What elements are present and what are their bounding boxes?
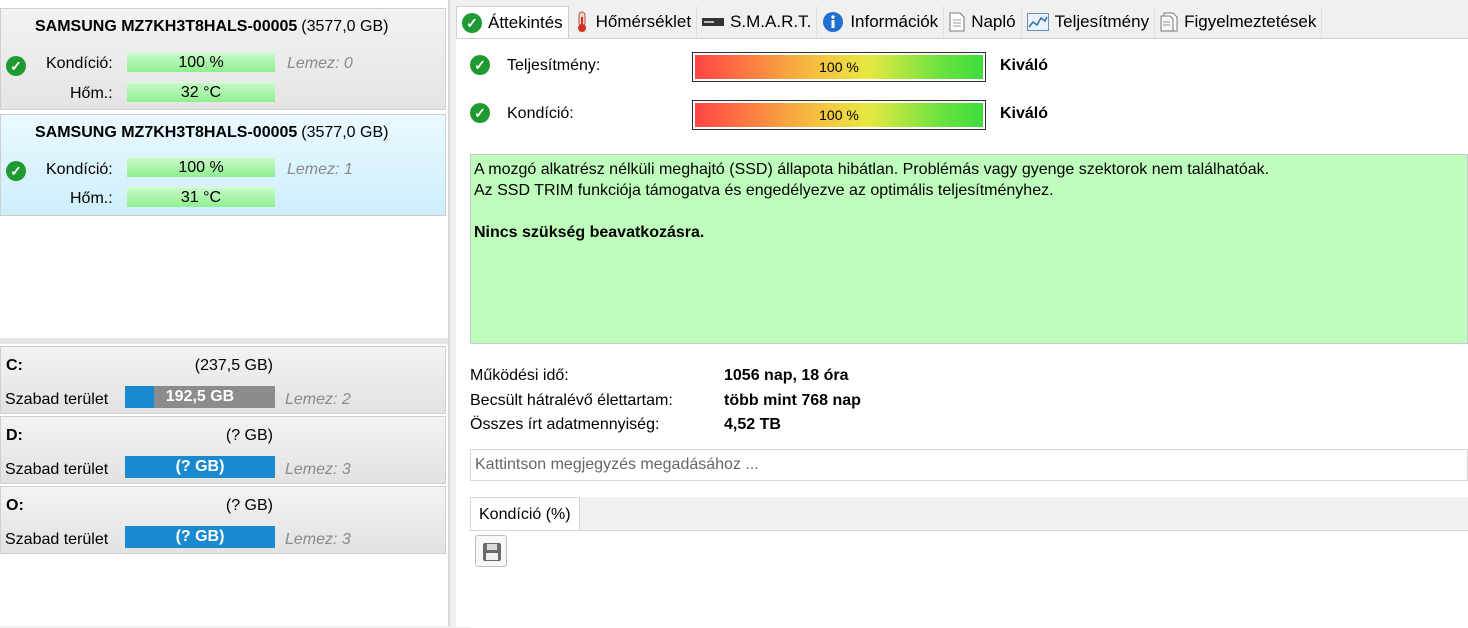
temp-bar: 32 °C (127, 82, 275, 102)
tab-bar: ✓ Áttekintés Hőmérséklet S.M.A.R.T. Info… (456, 6, 1323, 38)
uptime-label: Működési idő: (470, 367, 569, 384)
tab-health-chart[interactable]: Kondíció (%) (470, 497, 580, 531)
disk-card-1[interactable]: SAMSUNG MZ7KH3T8HALS-00005 (3577,0 GB) ✓ … (0, 114, 446, 216)
chart-body (470, 530, 1468, 628)
volume-card-c[interactable]: C: (237,5 GB) Szabad terület 192,5 GB Le… (0, 346, 446, 414)
disk-size: (3577,0 GB) (301, 18, 389, 35)
disk-index: Lemez: 3 (285, 461, 351, 478)
tab-label: Információk (850, 12, 939, 31)
overview-panel: ✓ Teljesítmény: 100 % Kiváló ✓ Kondíció:… (456, 38, 1468, 628)
tab-label: Napló (971, 12, 1016, 31)
health-rating: Kiváló (1000, 105, 1049, 122)
written-value: 4,52 TB (724, 416, 781, 433)
right-pane: ✓ Áttekintés Hőmérséklet S.M.A.R.T. Info… (456, 0, 1468, 628)
health-bar: 100 % (127, 157, 275, 177)
status-message: A mozgó alkatrész nélküli meghajtó (SSD)… (470, 154, 1468, 344)
status-line: A mozgó alkatrész nélküli meghajtó (SSD)… (474, 161, 1270, 178)
written-label: Összes írt adatmennyiség: (470, 416, 660, 433)
floppy-disk-icon (483, 543, 501, 561)
health-bar-value: 100 % (695, 103, 983, 127)
tab-label: Áttekintés (488, 12, 563, 32)
disk-size: (3577,0 GB) (301, 124, 389, 141)
disk-index: Lemez: 2 (285, 391, 351, 408)
tab-smart[interactable]: S.M.A.R.T. (697, 6, 818, 38)
check-circle-icon: ✓ (6, 56, 26, 76)
disk-title: SAMSUNG MZ7KH3T8HALS-00005 (3577,0 GB) (35, 124, 388, 142)
uptime-value: 1056 nap, 18 óra (724, 367, 849, 384)
lifetime-label: Becsült hátralévő élettartam: (470, 392, 673, 409)
check-circle-icon: ✓ (6, 161, 26, 181)
volume-letter: D: (6, 427, 23, 444)
tab-label: Teljesítmény (1054, 12, 1150, 31)
temp-label: Hőm.: (70, 85, 113, 102)
splitter[interactable] (448, 0, 450, 626)
lifetime-value: több mint 768 nap (724, 392, 861, 409)
alerts-icon (1160, 12, 1178, 32)
note-field[interactable]: Kattintson megjegyzés megadásához ... (470, 449, 1468, 481)
performance-bar-value: 100 % (695, 55, 983, 79)
check-circle-icon: ✓ (470, 103, 490, 123)
chart-area: Kondíció (%) (470, 497, 1468, 628)
performance-chart-icon (1026, 13, 1049, 31)
disk-index: Lemez: 0 (287, 55, 353, 72)
performance-bar: 100 % (692, 52, 986, 82)
left-pane: SAMSUNG MZ7KH3T8HALS-00005 (3577,0 GB) ✓ … (0, 0, 450, 626)
status-conclusion: Nincs szükség beavatkozásra. (474, 224, 705, 241)
check-circle-icon: ✓ (462, 12, 482, 33)
free-space-value: 192,5 GB (165, 388, 235, 405)
tab-log[interactable]: Napló (944, 6, 1022, 38)
free-space-value: (? GB) (175, 458, 225, 475)
health-label: Kondíció: (46, 55, 113, 72)
thermometer-icon (577, 11, 586, 32)
tab-label: Hőmérséklet (595, 12, 692, 31)
document-icon (949, 12, 965, 32)
volume-letter: O: (6, 497, 24, 514)
tab-label: Figyelmeztetések (1184, 12, 1317, 31)
status-line: Az SSD TRIM funkciója támogatva és enged… (474, 182, 1054, 199)
tab-overview[interactable]: ✓ Áttekintés (456, 6, 569, 38)
temp-bar: 31 °C (127, 187, 275, 207)
performance-label: Teljesítmény: (507, 57, 601, 74)
tab-performance[interactable]: Teljesítmény (1021, 6, 1156, 38)
volume-size: (? GB) (225, 427, 273, 444)
temp-label: Hőm.: (70, 190, 113, 207)
health-bar: 100 % (127, 52, 275, 72)
drive-icon (702, 18, 725, 26)
tab-temperature[interactable]: Hőmérséklet (568, 6, 698, 38)
free-space-bar: (? GB) (125, 526, 275, 548)
health-bar: 100 % (692, 100, 986, 130)
free-space-value: (? GB) (175, 528, 225, 545)
tab-alerts[interactable]: Figyelmeztetések (1155, 6, 1323, 38)
disk-index: Lemez: 3 (285, 531, 351, 548)
health-label: Kondíció: (46, 161, 113, 178)
disk-title: SAMSUNG MZ7KH3T8HALS-00005 (3577,0 GB) (35, 18, 388, 36)
free-space-bar: (? GB) (125, 456, 275, 478)
disk-index: Lemez: 1 (287, 161, 353, 178)
disk-name: SAMSUNG MZ7KH3T8HALS-00005 (35, 124, 298, 141)
free-space-label: Szabad terület (5, 391, 109, 408)
free-space-label: Szabad terület (5, 531, 109, 548)
tab-info[interactable]: Információk (817, 6, 945, 38)
performance-rating: Kiváló (1000, 57, 1049, 74)
save-button[interactable] (475, 535, 507, 567)
volume-card-o[interactable]: O: (? GB) Szabad terület (? GB) Lemez: 3 (0, 486, 446, 554)
free-space-label: Szabad terület (5, 461, 109, 478)
volume-size: (? GB) (225, 497, 273, 514)
check-circle-icon: ✓ (470, 55, 490, 75)
volume-letter: C: (6, 357, 23, 374)
pane-divider (0, 338, 448, 344)
volume-size: (237,5 GB) (194, 357, 273, 374)
health-label: Kondíció: (507, 105, 574, 122)
free-space-bar: 192,5 GB (125, 386, 275, 408)
info-icon (823, 12, 844, 32)
disk-name: SAMSUNG MZ7KH3T8HALS-00005 (35, 18, 298, 35)
tab-label: S.M.A.R.T. (730, 12, 812, 31)
disk-card-0[interactable]: SAMSUNG MZ7KH3T8HALS-00005 (3577,0 GB) ✓ … (0, 8, 446, 110)
volume-card-d[interactable]: D: (? GB) Szabad terület (? GB) Lemez: 3 (0, 416, 446, 484)
